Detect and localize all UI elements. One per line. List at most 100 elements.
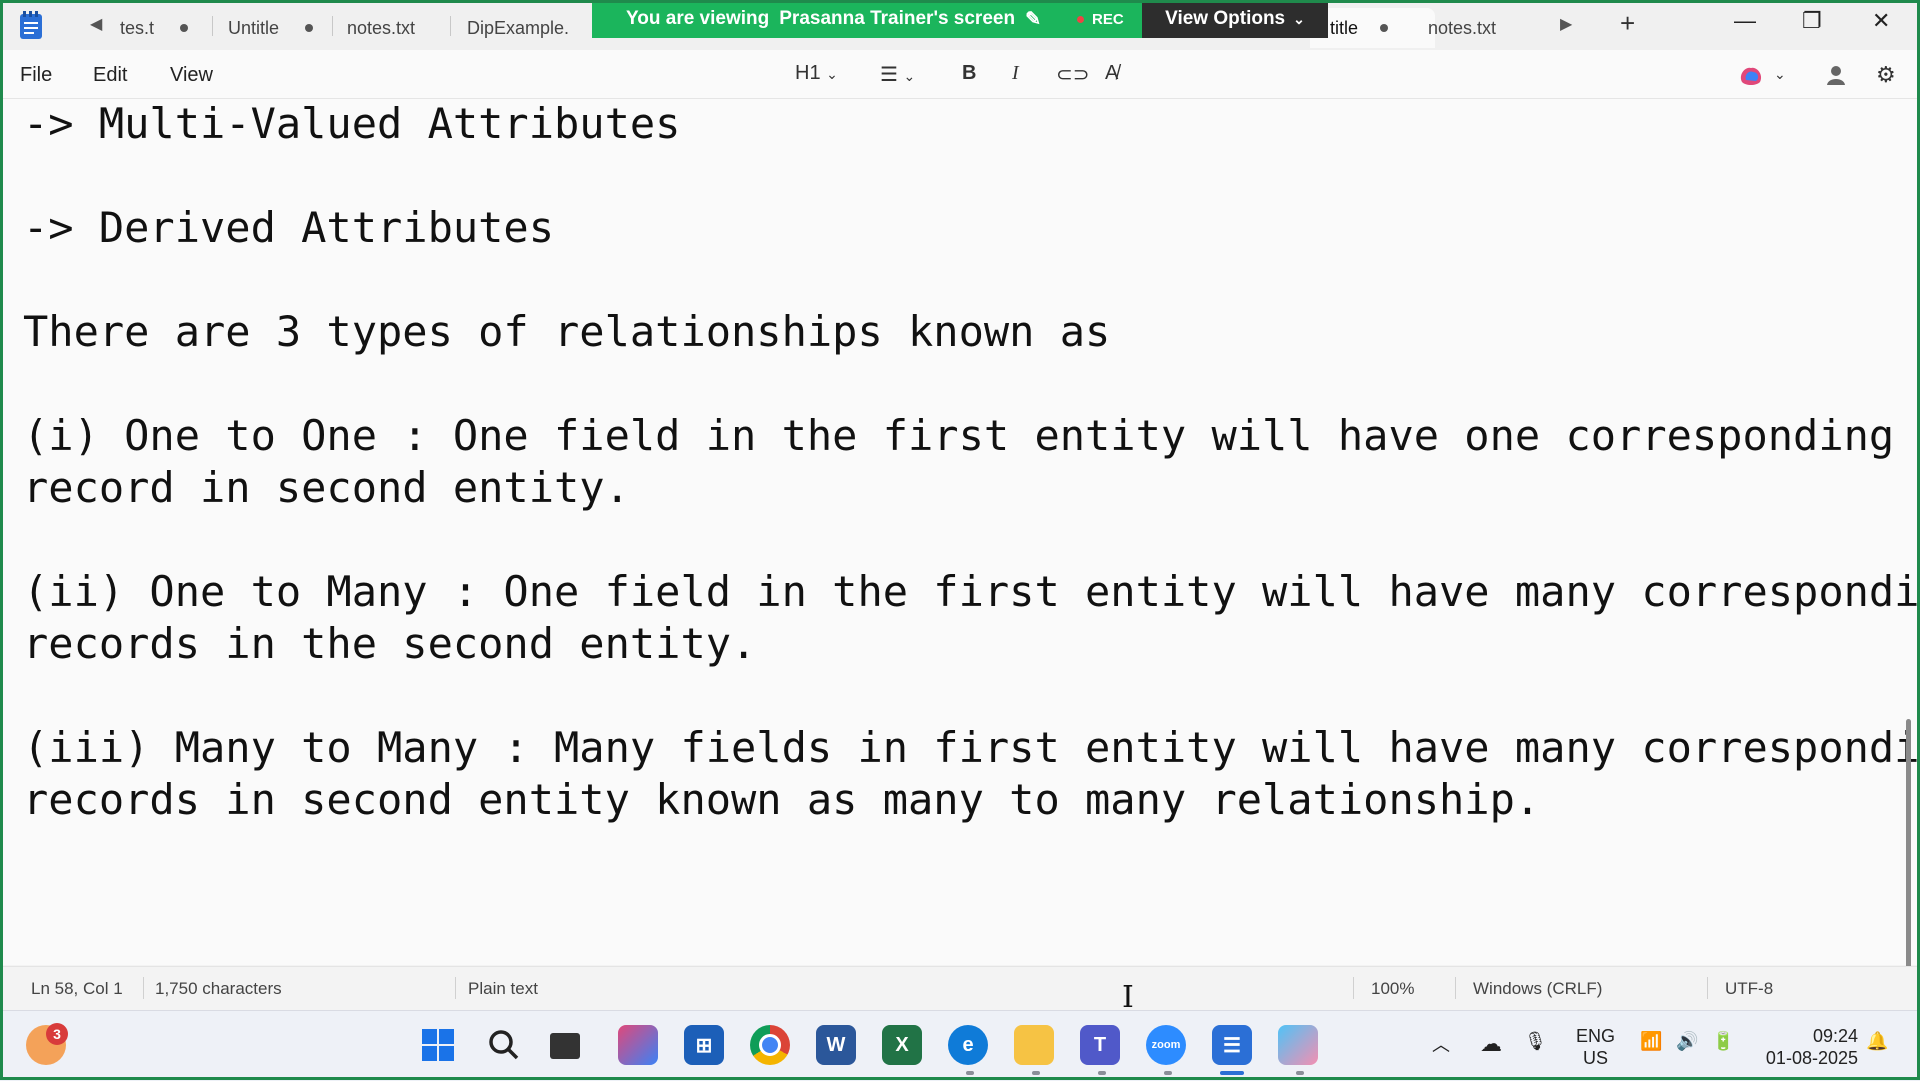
status-bar: Ln 58, Col 1 1,750 characters Plain text… — [3, 966, 1917, 1009]
scroll-tabs-right-icon[interactable]: ▶ — [1560, 14, 1572, 34]
file-explorer-icon[interactable] — [1014, 1025, 1054, 1065]
link-icon[interactable]: ⊂⊃ — [1056, 62, 1090, 87]
tab-label: DipExample. — [467, 17, 570, 38]
text-line: -> Multi-Valued Attributes — [23, 99, 681, 148]
running-indicator — [966, 1071, 974, 1075]
chrome-center-icon — [759, 1034, 781, 1056]
new-tab-plus-icon[interactable]: + — [1620, 8, 1635, 39]
unsaved-dot-icon — [1380, 24, 1389, 32]
text-line: There are 3 types of relationships known… — [23, 307, 1111, 356]
running-indicator — [1032, 1071, 1040, 1075]
encoding[interactable]: UTF-8 — [1725, 979, 1773, 999]
start-windows-icon[interactable] — [418, 1025, 458, 1065]
bold-icon[interactable]: B — [962, 62, 976, 85]
line-ending[interactable]: Windows (CRLF) — [1473, 979, 1602, 999]
text-line: record in second entity. — [23, 463, 630, 512]
tab-2[interactable]: Untitle — [228, 8, 314, 48]
clock[interactable]: 09:24 01-08-2025 — [1760, 1025, 1858, 1069]
excel-icon[interactable]: X — [882, 1025, 922, 1065]
running-indicator — [1164, 1071, 1172, 1075]
menu-bar: File Edit View H1 ⌄ ☰ ⌄ B I ⊂⊃ A̸ ⌄ ⚙ — [0, 50, 1920, 99]
heading-dropdown[interactable]: H1 ⌄ — [795, 62, 838, 85]
notification-badge: 3 — [46, 1023, 68, 1045]
zoom-app-icon[interactable]: zoom — [1146, 1025, 1186, 1065]
text-line: -> Derived Attributes — [23, 203, 555, 252]
zoom-app-label: zoom — [1151, 1039, 1181, 1051]
chevron-down-icon: ⌄ — [826, 66, 838, 82]
recording-dot-icon — [1077, 15, 1084, 23]
edge-icon[interactable]: e — [948, 1025, 988, 1065]
onedrive-cloud-icon[interactable]: ☁ — [1480, 1031, 1502, 1057]
text-line: records in second entity known as many t… — [23, 775, 1541, 824]
unsaved-dot-icon — [180, 24, 189, 32]
word-icon[interactable]: W — [816, 1025, 856, 1065]
cursor-position: Ln 58, Col 1 — [31, 979, 123, 998]
notepad-app-icon — [20, 11, 42, 39]
view-options-button[interactable]: View Options ⌄ — [1142, 0, 1328, 38]
text-line: (i) One to One : One field in the first … — [23, 411, 1895, 460]
heading-label: H1 — [795, 62, 821, 84]
zoom-level[interactable]: 100% — [1371, 979, 1414, 999]
notification-center-icon[interactable]: 🔔 — [1866, 1031, 1888, 1052]
notepad-taskbar-icon[interactable]: ☰ — [1212, 1025, 1252, 1065]
menu-view[interactable]: View — [170, 64, 213, 87]
text-format[interactable]: Plain text — [468, 979, 538, 999]
bullet-list-icon: ☰ — [880, 64, 898, 86]
status-divider — [1455, 977, 1456, 999]
chevron-down-icon[interactable]: ⌄ — [1774, 66, 1786, 83]
volume-icon[interactable]: 🔊 — [1676, 1031, 1698, 1052]
show-hidden-icons-chevron-up-icon[interactable]: ︿ — [1432, 1031, 1450, 1057]
copilot-icon[interactable] — [1738, 64, 1764, 86]
view-options-label: View Options — [1165, 8, 1286, 29]
text-line: (ii) One to Many : One field in the firs… — [23, 567, 1920, 616]
paint-icon[interactable] — [1278, 1025, 1318, 1065]
copilot-taskbar-icon[interactable] — [618, 1025, 658, 1065]
unsaved-dot-icon — [305, 24, 314, 32]
chevron-down-icon: ⌄ — [1293, 10, 1305, 27]
battery-icon[interactable]: 🔋 — [1712, 1031, 1734, 1052]
italic-icon[interactable]: I — [1012, 62, 1019, 85]
chrome-icon[interactable] — [750, 1025, 790, 1065]
tab-6[interactable]: notes.txt — [1428, 8, 1496, 48]
tab-divider — [212, 16, 213, 36]
list-dropdown[interactable]: ☰ ⌄ — [880, 62, 915, 87]
tab-3[interactable]: notes.txt — [347, 8, 415, 48]
tab-1[interactable]: tes.t — [120, 8, 189, 48]
task-view-icon[interactable] — [550, 1033, 580, 1059]
scroll-tabs-left-icon[interactable]: ◀ — [90, 14, 102, 34]
tab-4[interactable]: DipExample. — [467, 8, 569, 48]
status-divider — [455, 977, 456, 999]
account-icon[interactable] — [1826, 64, 1846, 86]
active-app-indicator — [1220, 1071, 1244, 1075]
presenter-name: Prasanna Trainer's screen — [779, 8, 1016, 29]
teams-icon[interactable]: T — [1080, 1025, 1120, 1065]
share-message: You are viewing — [626, 8, 770, 29]
wifi-icon[interactable]: 📶 — [1640, 1031, 1662, 1052]
close-window-icon[interactable]: ✕ — [1872, 8, 1890, 34]
text-line: records in the second entity. — [23, 619, 757, 668]
search-icon[interactable] — [484, 1025, 524, 1065]
microphone-in-use-icon[interactable]: 🎙 — [1524, 1031, 1547, 1052]
vertical-scrollbar[interactable] — [1906, 719, 1911, 999]
tab-label: notes.txt — [1428, 17, 1497, 38]
restore-window-icon[interactable]: ❐ — [1802, 8, 1822, 34]
microsoft-store-icon[interactable]: ⊞ — [684, 1025, 724, 1065]
menu-edit[interactable]: Edit — [93, 64, 127, 87]
recording-indicator: REC — [1077, 11, 1124, 28]
language-indicator[interactable]: ENG US — [1576, 1025, 1615, 1069]
minimize-icon[interactable]: — — [1734, 8, 1756, 34]
running-indicator — [1296, 1071, 1304, 1075]
screen-share-banner: You are viewing Prasanna Trainer's scree… — [592, 0, 1142, 38]
clear-formatting-icon[interactable]: A̸ — [1105, 62, 1118, 85]
settings-gear-icon[interactable]: ⚙ — [1876, 62, 1896, 88]
rec-label: REC — [1092, 10, 1124, 28]
windows-taskbar: 3 ⊞ W X e T zoom ☰ ︿ ☁ 🎙 ENG US 📶 🔊 🔋 09… — [0, 1010, 1920, 1081]
keyboard-region: US — [1583, 1048, 1609, 1068]
text-editor[interactable]: -> Multi-Valued Attributes -> Derived At… — [3, 99, 1920, 999]
clock-time: 09:24 — [1812, 1026, 1858, 1046]
tab-5-active[interactable]: title — [1310, 8, 1435, 48]
tab-label: notes.txt — [347, 17, 416, 38]
tab-label: Untitle — [228, 17, 280, 38]
tab-label: title — [1330, 17, 1359, 38]
menu-file[interactable]: File — [20, 64, 52, 87]
